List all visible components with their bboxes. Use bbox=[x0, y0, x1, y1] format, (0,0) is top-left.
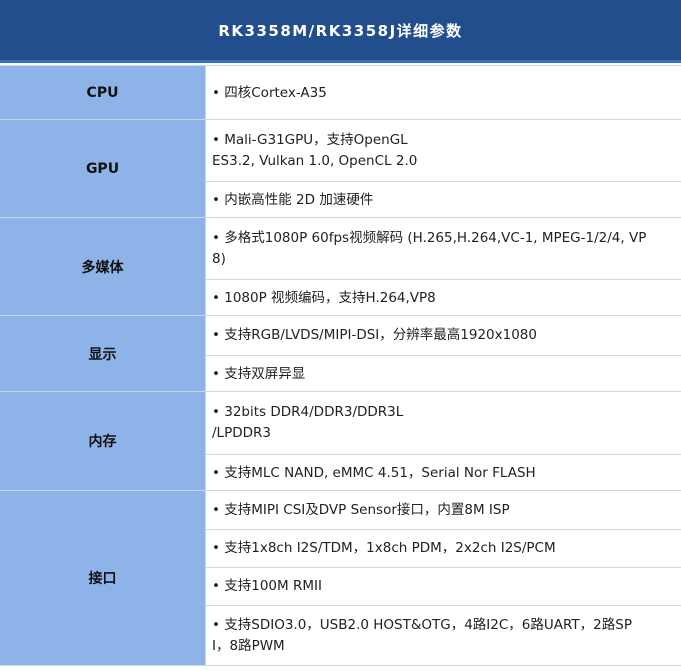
section-memory: 内存 • 32bits DDR4/DDR3/DDR3L /LPDDR3 • 支持… bbox=[0, 391, 681, 490]
section-cpu: CPU • 四核Cortex-A35 bbox=[0, 65, 681, 119]
spec-item-text: • 32bits DDR4/DDR3/DDR3L /LPDDR3 bbox=[212, 404, 404, 441]
spec-item-text: • 支持100M RMII bbox=[212, 578, 322, 594]
spec-item: • 支持1x8ch I2S/TDM，1x8ch PDM，2x2ch I2S/PC… bbox=[206, 529, 681, 567]
spec-item-text: • 多格式1080P 60fps视频解码 (H.265,H.264,VC-1, … bbox=[212, 229, 647, 267]
section-gpu: GPU • Mali-G31GPU，支持OpenGL ES3.2, Vulkan… bbox=[0, 119, 681, 217]
spec-item: • 支持100M RMII bbox=[206, 567, 681, 605]
section-interface: 接口 • 支持MIPI CSI及DVP Sensor接口，内置8M ISP • … bbox=[0, 490, 681, 665]
spec-item-text: • 内嵌高性能 2D 加速硬件 bbox=[212, 191, 374, 208]
spec-table: RK3358M/RK3358J详细参数 CPU • 四核Cortex-A35 G… bbox=[0, 0, 681, 671]
section-label: 显示 bbox=[0, 316, 206, 391]
spec-item: • 四核Cortex-A35 bbox=[206, 66, 681, 120]
spec-item-text: • 支持1x8ch I2S/TDM，1x8ch PDM，2x2ch I2S/PC… bbox=[212, 540, 556, 556]
section-label: 接口 bbox=[0, 491, 206, 665]
spec-item: • 内嵌高性能 2D 加速硬件 bbox=[206, 181, 681, 218]
section-label: CPU bbox=[0, 66, 206, 119]
spec-item-text: • 支持RGB/LVDS/MIPI-DSI，分辨率最高1920x1080 bbox=[212, 327, 537, 343]
table-title: RK3358M/RK3358J详细参数 bbox=[0, 0, 681, 63]
section-label: 多媒体 bbox=[0, 218, 206, 315]
spec-item: • 支持双屏异显 bbox=[206, 355, 681, 392]
spec-item-text: • 支持MLC NAND, eMMC 4.51，Serial Nor FLASH bbox=[212, 464, 536, 481]
spec-item-text: • 支持SDIO3.0，USB2.0 HOST&OTG，4路I2C，6路UART… bbox=[212, 617, 632, 654]
spec-item: • 1080P 视频编码，支持H.264,VP8 bbox=[206, 279, 681, 316]
section-items: • Mali-G31GPU，支持OpenGL ES3.2, Vulkan 1.0… bbox=[206, 120, 681, 217]
section-label: GPU bbox=[0, 120, 206, 217]
section-multimedia: 多媒体 • 多格式1080P 60fps视频解码 (H.265,H.264,VC… bbox=[0, 217, 681, 315]
section-items: • 支持MIPI CSI及DVP Sensor接口，内置8M ISP • 支持1… bbox=[206, 491, 681, 665]
spec-item-text: • 支持双屏异显 bbox=[212, 365, 306, 382]
spec-item-text: • Mali-G31GPU，支持OpenGL ES3.2, Vulkan 1.0… bbox=[212, 131, 418, 169]
spec-item-text: • 支持MIPI CSI及DVP Sensor接口，内置8M ISP bbox=[212, 501, 510, 518]
spec-item: • 支持MIPI CSI及DVP Sensor接口，内置8M ISP bbox=[206, 491, 681, 529]
section-items: • 32bits DDR4/DDR3/DDR3L /LPDDR3 • 支持MLC… bbox=[206, 392, 681, 490]
section-label: 内存 bbox=[0, 392, 206, 490]
spec-item: • Mali-G31GPU，支持OpenGL ES3.2, Vulkan 1.0… bbox=[206, 120, 681, 181]
spec-item: • 支持MLC NAND, eMMC 4.51，Serial Nor FLASH bbox=[206, 454, 681, 491]
spec-item-text: • 四核Cortex-A35 bbox=[212, 84, 327, 101]
section-items: • 四核Cortex-A35 bbox=[206, 66, 681, 119]
spec-item: • 32bits DDR4/DDR3/DDR3L /LPDDR3 bbox=[206, 392, 681, 454]
table-bottom-border bbox=[0, 665, 681, 666]
spec-item: • 多格式1080P 60fps视频解码 (H.265,H.264,VC-1, … bbox=[206, 218, 681, 279]
section-items: • 多格式1080P 60fps视频解码 (H.265,H.264,VC-1, … bbox=[206, 218, 681, 315]
spec-item: • 支持RGB/LVDS/MIPI-DSI，分辨率最高1920x1080 bbox=[206, 316, 681, 355]
spec-item: • 支持SDIO3.0，USB2.0 HOST&OTG，4路I2C，6路UART… bbox=[206, 605, 681, 666]
spec-item-text: • 1080P 视频编码，支持H.264,VP8 bbox=[212, 289, 436, 306]
section-display: 显示 • 支持RGB/LVDS/MIPI-DSI，分辨率最高1920x1080 … bbox=[0, 315, 681, 391]
section-items: • 支持RGB/LVDS/MIPI-DSI，分辨率最高1920x1080 • 支… bbox=[206, 316, 681, 391]
